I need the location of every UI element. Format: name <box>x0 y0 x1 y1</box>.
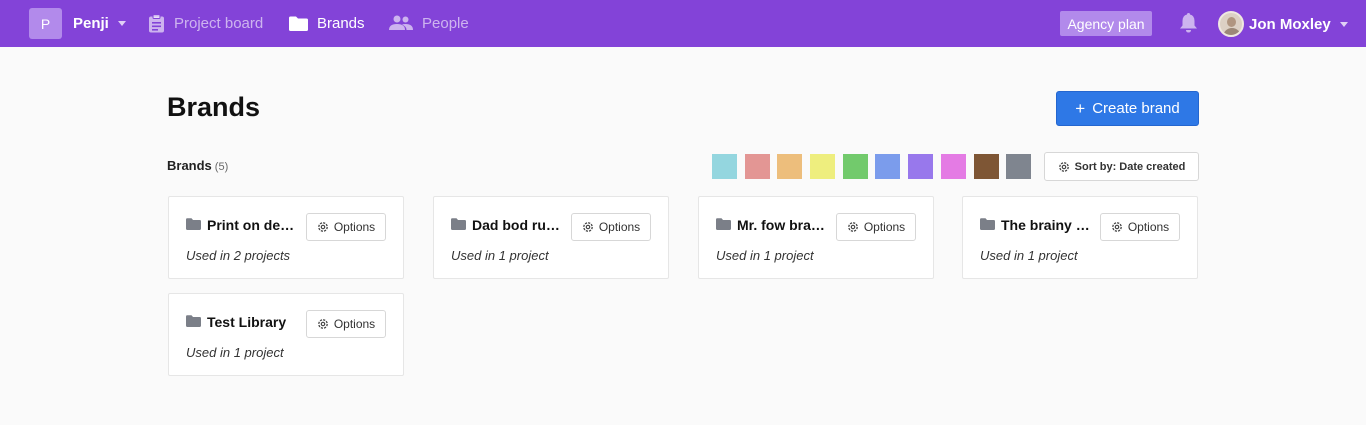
brand-name: The brainy b… <box>1001 217 1093 233</box>
gear-icon <box>847 222 858 232</box>
brand-name: Mr. fow bran… <box>737 217 829 233</box>
options-label: Options <box>333 317 376 331</box>
brand-usage: Used in 1 project <box>980 248 1078 263</box>
nav-item-project-board[interactable]: Project board <box>148 12 263 34</box>
workspace-name: Penji <box>73 15 109 32</box>
options-label: Options <box>1127 220 1170 234</box>
user-menu[interactable]: Jon Moxley <box>1218 9 1348 39</box>
plus-icon: + <box>1075 99 1086 118</box>
plan-badge[interactable]: Agency plan <box>1060 11 1152 36</box>
chevron-down-icon <box>117 21 126 26</box>
folder-icon <box>451 218 466 230</box>
brand-card[interactable]: Test Library Options Used in 1 project <box>168 293 404 376</box>
section-heading: Brands (5) <box>167 158 228 173</box>
bell-icon <box>1180 13 1197 33</box>
color-swatch[interactable] <box>712 154 737 179</box>
brand-options-button[interactable]: Options <box>306 310 386 338</box>
brand-options-button[interactable]: Options <box>306 213 386 241</box>
brand-options-button[interactable]: Options <box>571 213 651 241</box>
brand-name: Dad bod run… <box>472 217 564 233</box>
brand-usage: Used in 2 projects <box>186 248 291 263</box>
people-icon <box>389 15 413 30</box>
clipboard-icon <box>149 13 164 32</box>
brand-usage: Used in 1 project <box>451 248 549 263</box>
options-label: Options <box>863 220 906 234</box>
color-swatch[interactable] <box>810 154 836 179</box>
create-brand-label: Create brand <box>1092 100 1180 117</box>
options-label: Options <box>333 220 376 234</box>
page-title: Brands <box>167 92 261 122</box>
color-swatch[interactable] <box>908 154 934 179</box>
section-label: Brands <box>167 158 212 173</box>
nav-item-label: People <box>422 14 469 32</box>
folder-icon <box>186 315 201 327</box>
brand-name: Test Library <box>207 314 287 330</box>
options-label: Options <box>598 220 641 234</box>
color-swatch[interactable] <box>940 154 966 179</box>
gear-icon <box>1111 222 1122 232</box>
color-swatch[interactable] <box>777 154 803 179</box>
brand-card[interactable]: Mr. fow bran… Options Used in 1 project <box>698 196 934 279</box>
brand-usage: Used in 1 project <box>716 248 814 263</box>
chevron-down-icon <box>1339 21 1348 27</box>
color-swatch[interactable] <box>744 154 770 179</box>
folder-icon <box>186 218 201 230</box>
nav-item-brands[interactable]: Brands <box>289 12 365 34</box>
workspace-switcher[interactable]: P Penji <box>29 8 126 39</box>
notifications-button[interactable] <box>1179 12 1198 38</box>
folder-icon <box>289 16 308 31</box>
user-name: Jon Moxley <box>1249 15 1331 33</box>
gear-icon <box>317 222 328 232</box>
gear-icon <box>582 222 593 232</box>
gear-icon <box>1058 161 1069 172</box>
gear-icon <box>317 319 328 329</box>
color-swatch[interactable] <box>875 154 901 179</box>
brand-usage: Used in 1 project <box>186 345 284 360</box>
folder-icon <box>716 218 731 230</box>
brand-options-button[interactable]: Options <box>836 213 916 241</box>
color-swatch[interactable] <box>1006 154 1032 179</box>
workspace-avatar: P <box>29 8 62 39</box>
brand-options-button[interactable]: Options <box>1100 213 1180 241</box>
brand-card[interactable]: The brainy b… Options Used in 1 project <box>962 196 1198 279</box>
sort-label: Sort by: Date created <box>1074 160 1186 173</box>
brand-card[interactable]: Print on de… Options Used in 2 projects <box>168 196 404 279</box>
create-brand-button[interactable]: + Create brand <box>1056 91 1199 126</box>
sort-button[interactable]: Sort by: Date created <box>1044 152 1199 181</box>
top-navigation-bar: P Penji Project board Brands People Agen… <box>0 0 1366 47</box>
color-swatch[interactable] <box>973 154 999 179</box>
brand-count: (5) <box>214 161 229 173</box>
brand-name: Print on de… <box>207 217 295 233</box>
color-filter-swatches <box>712 154 1039 179</box>
nav-item-people[interactable]: People <box>389 12 469 34</box>
folder-icon <box>980 218 995 230</box>
avatar <box>1218 11 1244 37</box>
nav-item-label: Brands <box>317 14 365 32</box>
brand-card[interactable]: Dad bod run… Options Used in 1 project <box>433 196 669 279</box>
color-swatch[interactable] <box>842 154 868 179</box>
nav-item-label: Project board <box>174 14 264 32</box>
